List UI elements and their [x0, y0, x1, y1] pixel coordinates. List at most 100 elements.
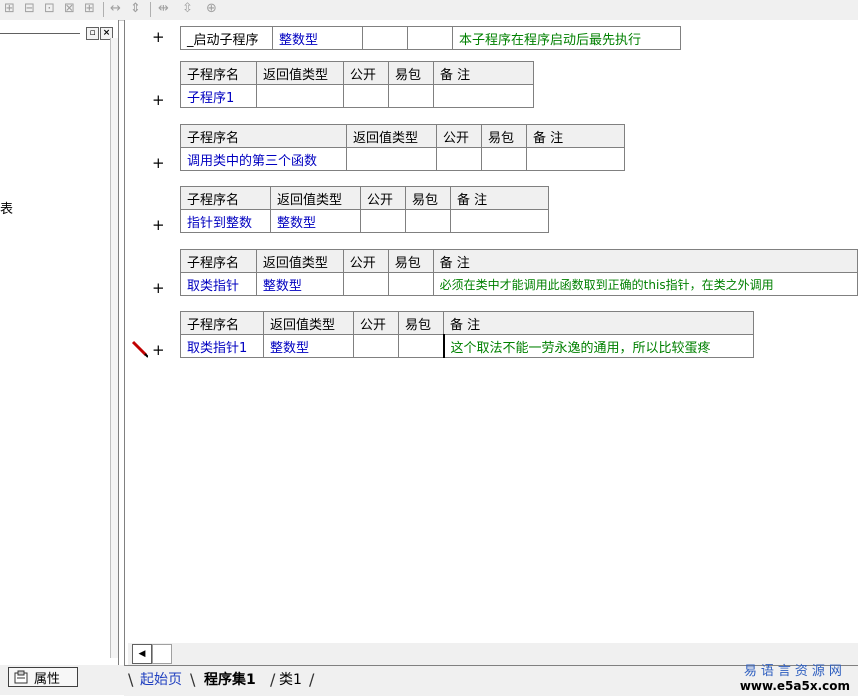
- sub-table: 子程序名 返回值类型 公开 易包 备 注 调用类中的第三个函数: [180, 124, 625, 171]
- remark-cell[interactable]: [450, 209, 549, 233]
- header-return-type: 返回值类型: [256, 61, 344, 85]
- align-left-icon[interactable]: ⊞: [4, 1, 15, 17]
- header-easy-pack: 易包: [388, 61, 434, 85]
- tab-program-set[interactable]: 程序集1: [204, 670, 256, 690]
- left-panel-titlebar: ▫ ×: [0, 25, 118, 41]
- header-name: 子程序名: [180, 186, 271, 210]
- horizontal-space-icon[interactable]: ⇕: [130, 1, 141, 17]
- expand-button[interactable]: +: [152, 28, 165, 46]
- header-easy-pack: 易包: [387, 249, 434, 273]
- header-name: 子程序名: [180, 124, 347, 148]
- public-cell[interactable]: [436, 147, 482, 171]
- easy-pack-cell[interactable]: [405, 209, 451, 233]
- table-header-row: 子程序名 返回值类型 公开 易包 备 注: [180, 311, 754, 335]
- sub-name-cell[interactable]: 调用类中的第三个函数: [180, 147, 347, 171]
- watermark-url: www.e5a5x.com: [739, 679, 850, 693]
- sub-name-cell[interactable]: 子程序1: [180, 84, 257, 108]
- public-cell[interactable]: [343, 84, 389, 108]
- header-public: 公开: [360, 186, 406, 210]
- expand-button[interactable]: +: [152, 216, 165, 234]
- table-row: 取类指针1 整数型 这个取法不能一劳永逸的通用，所以比较蛋疼: [180, 334, 754, 358]
- remark-cell[interactable]: 必须在类中才能调用此函数取到正确的this指针，在类之外调用: [432, 272, 858, 296]
- sub-name-cell[interactable]: 指针到整数: [180, 209, 271, 233]
- left-panel-text: 表: [0, 202, 14, 217]
- vertical-space-icon[interactable]: ⇹: [158, 1, 169, 17]
- sub-table: 子程序名 返回值类型 公开 易包 备 注 指针到整数 整数型: [180, 186, 549, 233]
- table-row: 取类指针 整数型 必须在类中才能调用此函数取到正确的this指针，在类之外调用: [180, 272, 858, 296]
- expand-button[interactable]: +: [152, 154, 165, 172]
- table-row: 指针到整数 整数型: [180, 209, 549, 233]
- return-type-cell[interactable]: [346, 147, 437, 171]
- watermark-title: 易语言资源网: [743, 664, 846, 679]
- public-cell[interactable]: [353, 334, 399, 358]
- sub-table: 子程序名 返回值类型 公开 易包 备 注 取类指针1 整数型 这个取法不能一劳永…: [180, 311, 754, 358]
- expand-button[interactable]: +: [152, 279, 165, 297]
- return-type-cell[interactable]: 整数型: [255, 272, 344, 296]
- left-panel-scrollbar[interactable]: [110, 38, 118, 658]
- table-row: 调用类中的第三个函数: [180, 147, 625, 171]
- startup-sub-table: _启动子程序 整数型 本子程序在程序启动后最先执行: [180, 26, 681, 50]
- header-public: 公开: [436, 124, 482, 148]
- table-row: _启动子程序 整数型 本子程序在程序启动后最先执行: [180, 26, 681, 50]
- header-name: 子程序名: [180, 249, 257, 273]
- easy-pack-cell[interactable]: [387, 272, 434, 296]
- scroll-left-icon[interactable]: ◀: [132, 644, 152, 664]
- return-type-cell[interactable]: 整数型: [270, 209, 361, 233]
- remark-cell[interactable]: [433, 84, 534, 108]
- header-remark: 备 注: [443, 311, 754, 335]
- header-remark: 备 注: [432, 249, 858, 273]
- expand-button[interactable]: +: [152, 341, 165, 359]
- header-return-type: 返回值类型: [346, 124, 437, 148]
- easy-pack-cell[interactable]: [407, 26, 453, 50]
- sub-table: 子程序名 返回值类型 公开 易包 备 注 取类指针 整数型 必须在类中才能调用此…: [180, 249, 858, 296]
- same-height-icon[interactable]: ↔: [110, 1, 121, 17]
- header-easy-pack: 易包: [398, 311, 444, 335]
- easy-pack-cell[interactable]: [388, 84, 434, 108]
- header-public: 公开: [343, 61, 389, 85]
- header-remark: 备 注: [433, 61, 534, 85]
- remark-cell[interactable]: 本子程序在程序启动后最先执行: [452, 26, 681, 50]
- expand-button[interactable]: +: [152, 91, 165, 109]
- return-type-cell[interactable]: 整数型: [263, 334, 354, 358]
- table-header-row: 子程序名 返回值类型 公开 易包 备 注: [180, 186, 549, 210]
- restore-icon[interactable]: ▫: [86, 27, 99, 40]
- align-top-icon[interactable]: ⊟: [24, 1, 35, 17]
- sub-name-cell[interactable]: 取类指针: [180, 272, 257, 296]
- properties-tab-label: 属性: [34, 671, 61, 687]
- header-easy-pack: 易包: [481, 124, 527, 148]
- return-type-cell[interactable]: [256, 84, 344, 108]
- easy-pack-cell[interactable]: [481, 147, 527, 171]
- public-cell[interactable]: [360, 209, 406, 233]
- center-icon[interactable]: ⇳: [182, 1, 193, 17]
- remark-cell[interactable]: [526, 147, 625, 171]
- left-panel: ▫ × 表: [0, 20, 119, 665]
- header-easy-pack: 易包: [405, 186, 451, 210]
- table-header-row: 子程序名 返回值类型 公开 易包 备 注: [180, 249, 858, 273]
- return-type-cell[interactable]: 整数型: [272, 26, 363, 50]
- header-name: 子程序名: [180, 311, 264, 335]
- same-width-icon[interactable]: ⊞: [84, 1, 95, 17]
- sub-name-cell[interactable]: _启动子程序: [180, 26, 273, 50]
- public-cell[interactable]: [342, 272, 389, 296]
- easy-pack-cell[interactable]: [398, 334, 444, 358]
- tab-class[interactable]: 类1: [279, 670, 302, 690]
- properties-icon: [14, 670, 28, 684]
- public-cell[interactable]: [362, 26, 408, 50]
- header-public: 公开: [353, 311, 399, 335]
- code-editor[interactable]: + _启动子程序 整数型 本子程序在程序启动后最先执行 子程序名 返回值类型 公…: [148, 20, 858, 643]
- align-center-icon[interactable]: ⊡: [44, 1, 55, 17]
- header-return-type: 返回值类型: [255, 249, 344, 273]
- move-icon[interactable]: ⊕: [206, 1, 217, 17]
- remark-cell[interactable]: 这个取法不能一劳永逸的通用，所以比较蛋疼: [442, 334, 754, 358]
- header-return-type: 返回值类型: [270, 186, 361, 210]
- table-row: 子程序1: [180, 84, 534, 108]
- toolbar: ⊞ ⊟ ⊡ ⊠ ⊞ ↔ ⇕ ⇹ ⇳ ⊕: [0, 0, 858, 21]
- sub-name-cell[interactable]: 取类指针1: [180, 334, 264, 358]
- properties-tab[interactable]: 属性: [8, 667, 78, 687]
- header-remark: 备 注: [526, 124, 625, 148]
- tab-start-page[interactable]: 起始页: [140, 670, 182, 690]
- header-name: 子程序名: [180, 61, 257, 85]
- scroll-thumb[interactable]: [152, 644, 172, 664]
- align-right-icon[interactable]: ⊠: [64, 1, 75, 17]
- watermark: 易语言资源网 www.e5a5x.com: [740, 660, 850, 693]
